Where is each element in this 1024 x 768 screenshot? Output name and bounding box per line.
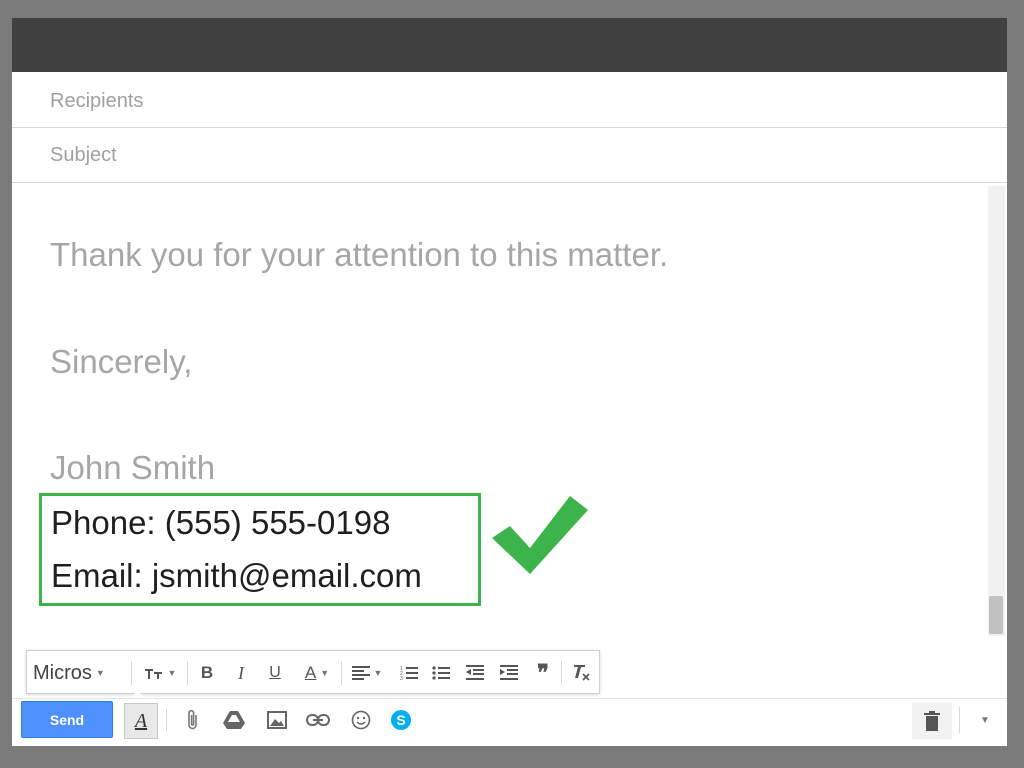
paperclip-icon: [188, 709, 197, 730]
recipients-input[interactable]: [50, 86, 950, 116]
insert-drive-button[interactable]: [219, 705, 249, 735]
text-color-button[interactable]: A ▼: [297, 659, 337, 687]
body-line-sincerely: Sincerely,: [50, 343, 193, 380]
underline-button[interactable]: U: [263, 659, 287, 687]
signature-highlight-box: Phone: (555) 555-0198 Email: jsmith@emai…: [39, 493, 481, 606]
emoji-icon: [351, 710, 371, 730]
formatting-toolbar: Micros ▼ ▼ B I U A ▼ ▼ 1 2 3 ❞: [26, 650, 600, 707]
message-body[interactable]: Thank you for your attention to this mat…: [12, 184, 1007, 646]
text-size-icon: [144, 669, 162, 679]
chevron-down-icon: ▼: [980, 714, 990, 726]
numbered-list-icon: 1 2 3: [400, 666, 418, 681]
signature-email: Email: jsmith@email.com: [51, 557, 422, 594]
italic-button[interactable]: I: [229, 659, 253, 687]
drive-icon: [223, 711, 245, 729]
subject-input[interactable]: [50, 140, 950, 170]
chevron-down-icon: ▼: [373, 668, 383, 678]
font-family-select[interactable]: Micros ▼: [33, 659, 125, 687]
remove-formatting-icon: [574, 665, 590, 681]
insert-photo-button[interactable]: [262, 705, 292, 735]
link-icon: [306, 714, 330, 726]
insert-emoji-button[interactable]: [346, 705, 376, 735]
indent-icon: [500, 665, 518, 680]
trash-icon: [924, 711, 940, 731]
photo-icon: [267, 711, 287, 729]
skype-button[interactable]: S: [386, 705, 416, 735]
signature-phone: Phone: (555) 555-0198: [51, 504, 391, 541]
scrollbar-track[interactable]: [988, 186, 1005, 636]
formatting-options-button[interactable]: A: [124, 703, 158, 739]
bulleted-list-icon: [432, 666, 450, 680]
compose-bottom-bar: Send A S ▼: [12, 698, 1007, 746]
align-button[interactable]: ▼: [347, 659, 387, 687]
chevron-down-icon: ▼: [320, 668, 330, 678]
quote-button[interactable]: ❞: [531, 659, 555, 687]
toolbar-divider: [187, 661, 188, 685]
outdent-button[interactable]: [463, 659, 487, 687]
align-left-icon: [351, 666, 370, 680]
svg-text:3: 3: [400, 676, 403, 681]
scrollbar-thumb[interactable]: [989, 596, 1003, 634]
remove-formatting-button[interactable]: [569, 659, 593, 687]
indent-button[interactable]: [497, 659, 521, 687]
compose-window: Thank you for your attention to this mat…: [12, 18, 1007, 746]
subject-row: [12, 128, 1007, 183]
more-options-button[interactable]: ▼: [970, 705, 1000, 735]
bottom-bar-divider: [959, 707, 960, 733]
font-family-value: Micros: [33, 661, 92, 684]
check-mark-icon: [492, 496, 588, 574]
outdent-icon: [466, 665, 484, 680]
toolbar-divider: [131, 661, 132, 685]
toolbar-divider: [561, 661, 562, 685]
svg-text:S: S: [396, 712, 405, 728]
body-line-name: John Smith: [50, 449, 216, 486]
chevron-down-icon: ▼: [95, 668, 105, 678]
numbered-list-button[interactable]: 1 2 3: [397, 659, 421, 687]
toolbar-divider: [341, 661, 342, 685]
chevron-down-icon: ▼: [167, 668, 177, 678]
skype-icon: S: [391, 710, 411, 730]
text-color-label: A: [304, 663, 317, 682]
font-size-button[interactable]: ▼: [139, 659, 181, 687]
send-button[interactable]: Send: [21, 701, 113, 738]
compose-title-bar[interactable]: [12, 18, 1007, 72]
bottom-bar-divider: [166, 709, 167, 731]
discard-draft-button[interactable]: [912, 703, 952, 739]
bulleted-list-button[interactable]: [429, 659, 453, 687]
insert-link-button[interactable]: [303, 705, 333, 735]
bold-button[interactable]: B: [195, 659, 219, 687]
attach-files-button[interactable]: [178, 705, 208, 735]
recipients-row: [12, 74, 1007, 128]
body-line-thanks: Thank you for your attention to this mat…: [50, 236, 669, 273]
